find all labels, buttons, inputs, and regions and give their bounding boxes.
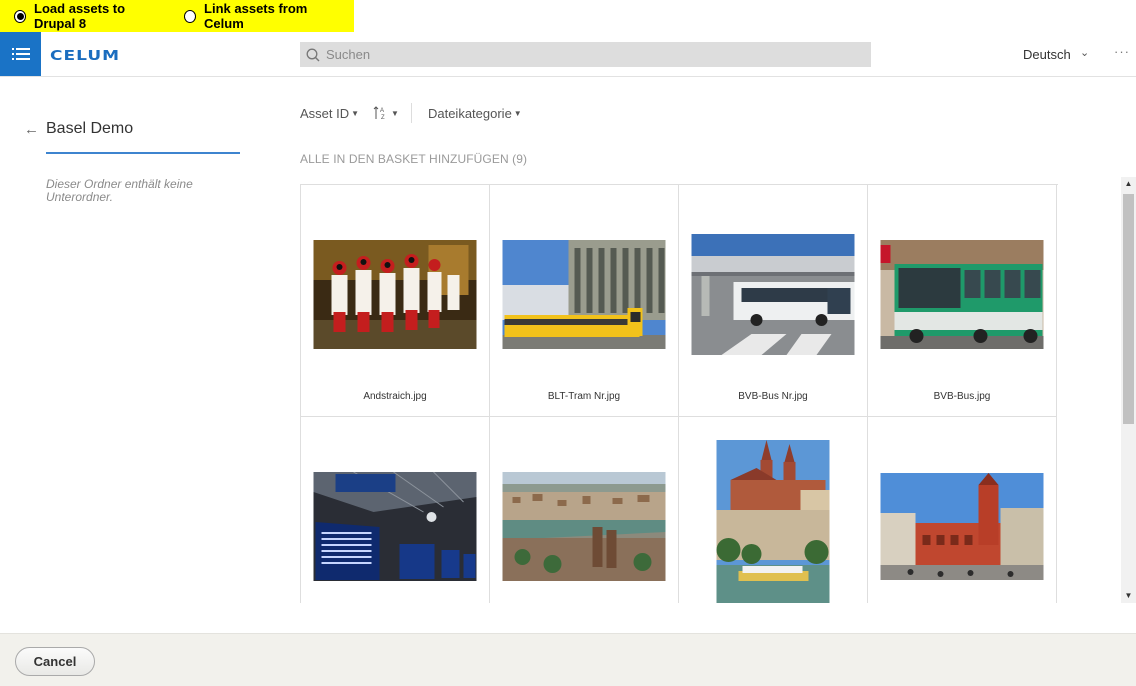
sort-ascending-icon: A Z: [373, 106, 385, 121]
asset-thumbnail: [502, 240, 666, 349]
asset-card[interactable]: BLT-Tram Nr.jpg: [490, 185, 679, 417]
load-assets-label: Load assets to Drupal 8: [34, 1, 126, 31]
link-assets-radio[interactable]: Link assets from Celum: [184, 1, 338, 31]
asset-grid: Andstraich.jpg BLT-Tram Nr.jpg BVB-Bus N…: [300, 184, 1058, 603]
folder-title: Basel Demo: [46, 120, 134, 137]
search-icon: [306, 48, 320, 61]
more-options-icon[interactable]: ···: [1114, 44, 1130, 59]
chevron-down-icon[interactable]: ⌄: [1080, 46, 1089, 59]
scrollbar-thumb[interactable]: [1123, 194, 1134, 424]
folder-sidebar: ← Basel Demo Dieser Ordner enthält keine…: [0, 77, 260, 633]
asset-grid-viewport: Andstraich.jpg BLT-Tram Nr.jpg BVB-Bus N…: [300, 184, 1058, 603]
asset-filename: BVB-Bus.jpg: [933, 391, 991, 402]
empty-subfolder-message: Dieser Ordner enthält keine Unterordner.: [46, 177, 193, 204]
dialog-footer: Cancel: [0, 633, 1136, 686]
list-menu-icon: [11, 48, 30, 60]
asset-filename: BLT-Tram Nr.jpg: [547, 391, 621, 402]
folder-title-underline: [46, 152, 240, 154]
svg-text:Z: Z: [381, 115, 385, 121]
asset-card[interactable]: BVB-Bus Nr.jpg: [679, 185, 868, 417]
search-input[interactable]: [326, 47, 846, 62]
load-assets-radio[interactable]: Load assets to Drupal 8: [14, 1, 168, 31]
category-filter-dropdown[interactable]: Dateikategorie ▼: [428, 106, 522, 121]
chevron-down-icon: ▼: [513, 108, 522, 118]
asset-thumbnail: [880, 473, 1044, 580]
asset-thumbnail: [313, 472, 477, 581]
asset-card[interactable]: [301, 417, 490, 603]
radio-unselected-icon[interactable]: [184, 9, 197, 23]
sort-direction-button[interactable]: A Z ▼: [373, 105, 399, 121]
import-mode-bar: Load assets to Drupal 8 Link assets from…: [0, 0, 354, 32]
toolbar-divider: [410, 103, 412, 123]
asset-card[interactable]: BVB-Bus.jpg: [868, 185, 1057, 417]
asset-thumbnail: [313, 240, 477, 349]
category-filter-label: Dateikategorie: [427, 105, 512, 121]
menu-button[interactable]: [0, 32, 41, 76]
chevron-down-icon: ▼: [391, 108, 399, 118]
asset-card[interactable]: [868, 417, 1057, 603]
cancel-button[interactable]: Cancel: [15, 647, 95, 676]
asset-filename: BVB-Bus Nr.jpg: [738, 391, 808, 402]
grid-scrollbar[interactable]: ▲ ▼: [1121, 177, 1136, 603]
asset-card[interactable]: [490, 417, 679, 603]
sort-field-dropdown[interactable]: Asset ID ▼: [300, 106, 359, 121]
asset-filename: Andstraich.jpg: [363, 391, 427, 402]
asset-thumbnail: [502, 472, 666, 581]
asset-toolbar: Asset ID ▼ A Z ▼ Dateikategorie ▼: [300, 103, 522, 123]
top-bar: CELUM Deutsch ⌄ ···: [0, 32, 1136, 77]
add-all-to-basket-link[interactable]: ALLE IN DEN BASKET HINZUFÜGEN (9): [300, 152, 527, 166]
scroll-up-icon[interactable]: ▲: [1121, 177, 1136, 191]
asset-thumbnail: [880, 240, 1044, 349]
asset-card[interactable]: Andstraich.jpg: [301, 185, 490, 417]
svg-text:A: A: [380, 108, 384, 114]
sort-field-label: Asset ID: [300, 105, 350, 121]
back-arrow-icon[interactable]: ←: [24, 121, 39, 138]
scroll-down-icon[interactable]: ▼: [1121, 589, 1136, 603]
link-assets-label: Link assets from Celum: [204, 1, 308, 31]
celum-logo: CELUM: [50, 48, 121, 64]
search-box: [300, 42, 871, 67]
asset-thumbnail: [691, 234, 855, 355]
asset-thumbnail: [716, 440, 830, 603]
asset-card[interactable]: [679, 417, 868, 603]
radio-selected-icon[interactable]: [14, 9, 27, 23]
language-selector[interactable]: Deutsch: [1023, 47, 1071, 62]
chevron-down-icon: ▼: [351, 108, 360, 118]
